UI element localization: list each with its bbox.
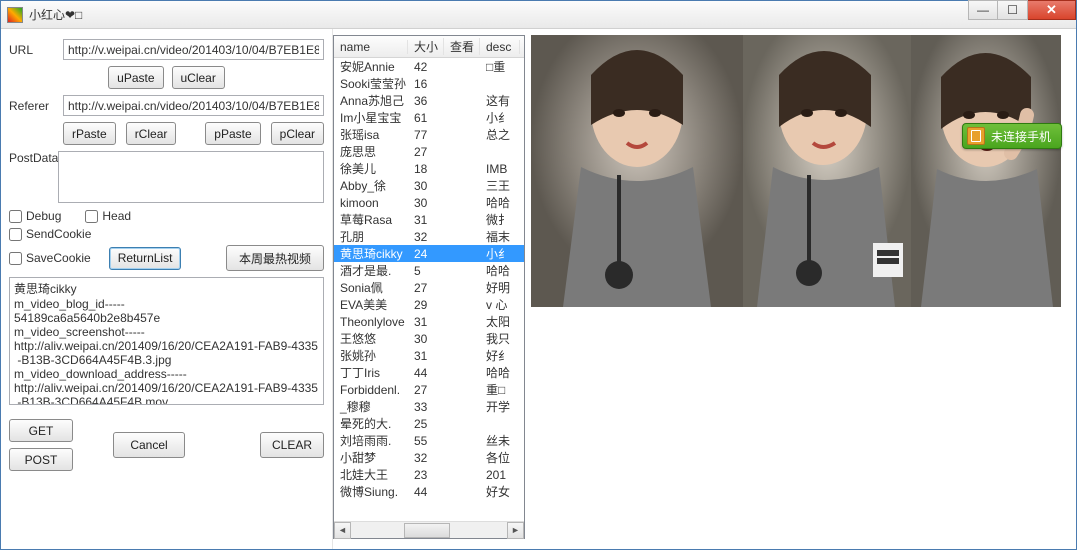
referer-label: Referer <box>9 99 63 113</box>
list-h-scrollbar[interactable]: ◄ ► <box>334 521 524 538</box>
phone-icon <box>967 127 985 145</box>
left-panel: URL uPaste uClear Referer rPaste rClear … <box>1 29 333 549</box>
preview-panel: 未连接手机 查字典 教程网 <box>529 29 1076 549</box>
list-row[interactable]: 丁丁Iris44哈哈 <box>334 364 524 381</box>
postdata-input[interactable] <box>58 151 324 203</box>
list-body[interactable]: 安妮Annie42□重Sooki莹莹孙16Anna苏旭己36这有Im小星宝宝61… <box>334 58 524 521</box>
upaste-button[interactable]: uPaste <box>108 66 163 89</box>
phone-status-text: 未连接手机 <box>991 128 1051 145</box>
titlebar: 小红心❤□ — ☐ ✕ <box>1 1 1076 29</box>
rclear-button[interactable]: rClear <box>126 122 177 145</box>
list-row[interactable]: 徐美儿18IMB <box>334 160 524 177</box>
pclear-button[interactable]: pClear <box>271 122 324 145</box>
minimize-button[interactable]: — <box>968 0 998 20</box>
savecookie-checkbox[interactable]: SaveCookie <box>9 251 91 265</box>
list-row[interactable]: 黄思琦cikky24小纟 <box>334 245 524 262</box>
scroll-right-icon[interactable]: ► <box>507 522 524 539</box>
app-window: 小红心❤□ — ☐ ✕ URL uPaste uClear Referer rP… <box>0 0 1077 550</box>
watermark-text: 查字典 教程网 <box>977 520 1066 539</box>
hotvideo-button[interactable]: 本周最热视频 <box>226 245 324 271</box>
uclear-button[interactable]: uClear <box>172 66 225 89</box>
sendcookie-checkbox[interactable]: SendCookie <box>9 227 91 241</box>
list-row[interactable]: 微博Siung.44好女 <box>334 483 524 500</box>
list-row[interactable]: 晕死的大.25 <box>334 415 524 432</box>
hdr-name[interactable]: name <box>334 40 408 54</box>
returnlist-button[interactable]: ReturnList <box>109 247 182 270</box>
head-checkbox[interactable]: Head <box>85 209 131 223</box>
list-row[interactable]: 小甜梦32各位 <box>334 449 524 466</box>
list-row[interactable]: Im小星宝宝61小纟 <box>334 109 524 126</box>
list-row[interactable]: 孔朋32福末 <box>334 228 524 245</box>
scroll-thumb[interactable] <box>404 523 450 538</box>
list-row[interactable]: 张瑶isa77总之 <box>334 126 524 143</box>
window-title: 小红心❤□ <box>29 6 82 23</box>
list-panel: name 大小 查看 desc 安妮Annie42□重Sooki莹莹孙16Ann… <box>333 35 525 539</box>
list-row[interactable]: EVA美美29v 心 <box>334 296 524 313</box>
list-row[interactable]: 酒才是最.5哈哈 <box>334 262 524 279</box>
list-row[interactable]: Theonlylove31太阳 <box>334 313 524 330</box>
list-row[interactable]: 庞思思27 <box>334 143 524 160</box>
cancel-button[interactable]: Cancel <box>113 432 185 458</box>
list-row[interactable]: Anna苏旭己36这有 <box>334 92 524 109</box>
list-header: name 大小 查看 desc <box>334 36 524 58</box>
list-row[interactable]: Sonia佩27好明 <box>334 279 524 296</box>
list-row[interactable]: 张姚孙31好纟 <box>334 347 524 364</box>
rpaste-button[interactable]: rPaste <box>63 122 116 145</box>
hdr-desc[interactable]: desc <box>480 40 520 54</box>
hdr-size[interactable]: 大小 <box>408 38 444 55</box>
ppaste-button[interactable]: pPaste <box>205 122 260 145</box>
postdata-label: PostData <box>9 151 58 165</box>
list-row[interactable]: Sooki莹莹孙16 <box>334 75 524 92</box>
list-row[interactable]: _穆穆33开学 <box>334 398 524 415</box>
debug-checkbox[interactable]: Debug <box>9 209 61 223</box>
list-row[interactable]: 草莓Rasa31微扌 <box>334 211 524 228</box>
list-row[interactable]: kimoon30哈哈 <box>334 194 524 211</box>
log-textarea[interactable]: 黄思琦cikky m_video_blog_id----- 54189ca6a5… <box>9 277 324 405</box>
client-area: URL uPaste uClear Referer rPaste rClear … <box>1 29 1076 549</box>
get-button[interactable]: GET <box>9 419 73 442</box>
preview-image-2 <box>743 35 911 307</box>
list-row[interactable]: 王悠悠30我只 <box>334 330 524 347</box>
scroll-left-icon[interactable]: ◄ <box>334 522 351 539</box>
list-row[interactable]: 安妮Annie42□重 <box>334 58 524 75</box>
url-label: URL <box>9 43 63 57</box>
window-controls: — ☐ ✕ <box>968 1 1076 28</box>
post-button[interactable]: POST <box>9 448 73 471</box>
preview-image-1 <box>531 35 743 307</box>
referer-input[interactable] <box>63 95 324 116</box>
list-row[interactable]: 北娃大王23201 <box>334 466 524 483</box>
phone-status-badge[interactable]: 未连接手机 <box>962 123 1062 149</box>
url-input[interactable] <box>63 39 324 60</box>
list-row[interactable]: 刘培雨雨.55丝未 <box>334 432 524 449</box>
app-icon <box>7 7 23 23</box>
maximize-button[interactable]: ☐ <box>998 0 1028 20</box>
close-button[interactable]: ✕ <box>1028 0 1076 20</box>
preview-image-3 <box>911 35 1061 307</box>
list-row[interactable]: Abby_徐30三王 <box>334 177 524 194</box>
hdr-view[interactable]: 查看 <box>444 38 480 55</box>
list-row[interactable]: Forbiddenl.27重□ <box>334 381 524 398</box>
clear-button[interactable]: CLEAR <box>260 432 324 458</box>
